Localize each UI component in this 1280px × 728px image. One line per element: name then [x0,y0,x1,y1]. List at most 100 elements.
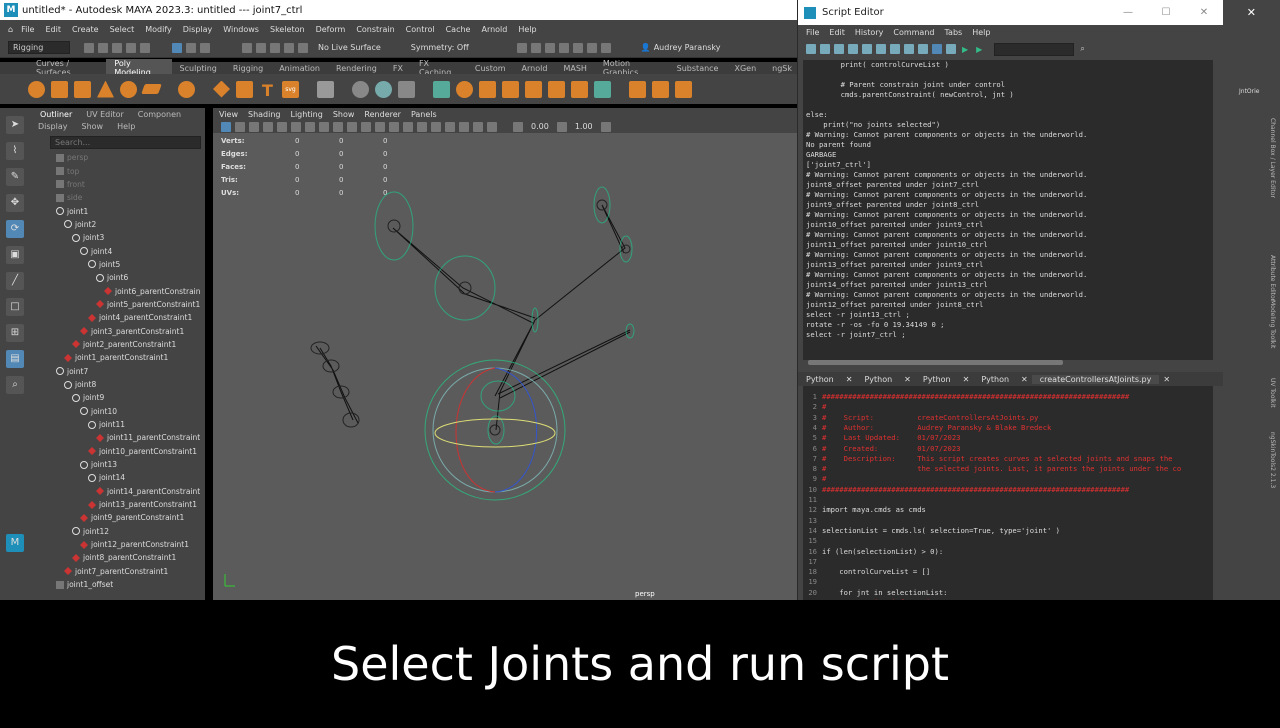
select-hierarchy-icon[interactable] [172,42,182,53]
outliner-item[interactable]: joint11 [42,418,205,431]
user-name[interactable]: Audrey Paransky [654,43,721,52]
script-menu-edit[interactable]: Edit [829,28,845,37]
menu-windows[interactable]: Windows [223,25,259,34]
outliner-item[interactable]: joint12 [42,525,205,538]
mode-dropdown[interactable]: Rigging [8,41,70,54]
outliner-menu-help[interactable]: Help [117,122,135,131]
execute-selected-icon[interactable]: ▶ [962,45,968,54]
menu-edit[interactable]: Edit [45,25,61,34]
outliner-item[interactable]: persp [42,151,205,164]
separate-icon[interactable] [375,80,392,98]
render-icon[interactable] [516,42,527,53]
shelf-tab-6[interactable]: FX [385,64,411,73]
home-icon[interactable]: ⌂ [8,25,13,34]
snap-grid-icon[interactable] [242,42,252,53]
render-setup-icon[interactable] [572,42,583,53]
menu-skeleton[interactable]: Skeleton [270,25,305,34]
echo-commands-icon[interactable] [946,44,956,54]
rotate-tool-icon[interactable]: ⟳ [6,220,24,238]
select-tool-icon[interactable]: ➤ [6,116,24,134]
outliner-item[interactable]: joint2 [42,218,205,231]
redo-icon[interactable] [140,42,150,53]
shelf-tab-3[interactable]: Rigging [225,64,271,73]
search-icon[interactable]: ⌕ [6,376,24,394]
outliner-item[interactable]: joint3_parentConstraint1 [42,324,205,337]
tab-outliner[interactable]: Outliner [40,110,72,119]
script-history-pane[interactable]: print( controlCurveList ) # Parent const… [803,60,1213,360]
outliner-item[interactable]: joint3 [42,231,205,244]
menu-help[interactable]: Help [518,25,536,34]
outliner-item[interactable]: joint1_offset [42,578,205,591]
close-tab-icon[interactable]: ✕ [959,375,974,384]
menu-control[interactable]: Control [406,25,435,34]
poly-cube-icon[interactable] [51,80,68,98]
new-scene-icon[interactable] [84,42,94,53]
menu-deform[interactable]: Deform [316,25,346,34]
script-tab[interactable]: Python [798,375,842,384]
snap-curve-icon[interactable] [256,42,266,53]
outliner-item[interactable]: top [42,164,205,177]
load-script-icon[interactable] [806,44,816,54]
script-menu-command[interactable]: Command [893,28,934,37]
show-history-icon[interactable] [904,44,914,54]
poly-cone-icon[interactable] [97,80,114,98]
outliner-item[interactable]: joint6_parentConstrain [42,284,205,297]
script-tab[interactable]: Python [856,375,900,384]
script-search-input[interactable] [994,42,1075,56]
paint-select-icon[interactable]: ✎ [6,168,24,186]
poly-cylinder-icon[interactable] [74,80,91,98]
poly-text-icon[interactable]: T [259,81,276,100]
snap-view-icon[interactable] [284,42,294,53]
outliner-item[interactable]: joint9_parentConstraint1 [42,511,205,524]
smooth-icon[interactable] [398,80,415,98]
tab-component[interactable]: Componen [138,110,181,119]
outliner-item[interactable]: joint1 [42,204,205,217]
outliner-item[interactable]: joint12_parentConstraint1 [42,538,205,551]
combine-icon[interactable] [352,80,369,98]
script-input-pane[interactable]: 1 #######################################… [803,386,1213,607]
close-tab-icon[interactable]: ✕ [1159,375,1174,384]
bevel-icon[interactable] [479,80,496,98]
outliner-menu-display[interactable]: Display [38,122,68,131]
select-component-icon[interactable] [200,42,210,53]
multi-cut-icon[interactable] [629,80,646,98]
shelf-tab-8[interactable]: Custom [467,64,514,73]
window-minimize-icon[interactable]: ✕ [1247,6,1256,19]
maximize-icon[interactable]: ☐ [1147,7,1185,18]
outliner-item[interactable]: joint5 [42,258,205,271]
clear-all-icon[interactable] [890,44,900,54]
show-both-icon[interactable] [932,44,942,54]
outliner-item[interactable]: joint9 [42,391,205,404]
outliner-item[interactable]: joint2_parentConstraint1 [42,338,205,351]
outliner-item[interactable]: joint11_parentConstraint [42,431,205,444]
menu-constrain[interactable]: Constrain [356,25,394,34]
undo-icon[interactable] [126,42,136,53]
snap-point-icon[interactable] [270,42,280,53]
light-editor-icon[interactable] [586,42,597,53]
mirror-icon[interactable] [548,80,565,98]
shelf-tab-12[interactable]: Substance [669,64,727,73]
script-tab[interactable]: Python [915,375,959,384]
svg-icon[interactable]: svg [282,80,299,98]
extrude-icon[interactable] [456,80,473,98]
outliner-item[interactable]: joint7 [42,365,205,378]
menu-select[interactable]: Select [110,25,135,34]
outliner-item[interactable]: joint10 [42,405,205,418]
shelf-tab-2[interactable]: Sculpting [172,64,225,73]
poly-torus-icon[interactable] [120,80,137,98]
outliner-search-input[interactable]: Search... [50,136,201,149]
script-menu-file[interactable]: File [806,28,819,37]
shelf-tab-10[interactable]: MASH [555,64,594,73]
outliner-menu-show[interactable]: Show [82,122,104,131]
outliner-item[interactable]: joint14 [42,471,205,484]
scale-tool-icon[interactable]: ▣ [6,246,24,264]
fill-hole-icon[interactable] [525,80,542,98]
lasso-tool-icon[interactable]: ⌇ [6,142,24,160]
clear-history-icon[interactable] [862,44,872,54]
boolean-icon[interactable] [571,80,588,98]
maya-home-icon[interactable]: M [6,534,24,552]
tab-uv-editor[interactable]: UV Editor [86,110,124,119]
menu-file[interactable]: File [21,25,34,34]
script-menu-tabs[interactable]: Tabs [944,28,962,37]
outliner-item[interactable]: joint4_parentConstraint1 [42,311,205,324]
